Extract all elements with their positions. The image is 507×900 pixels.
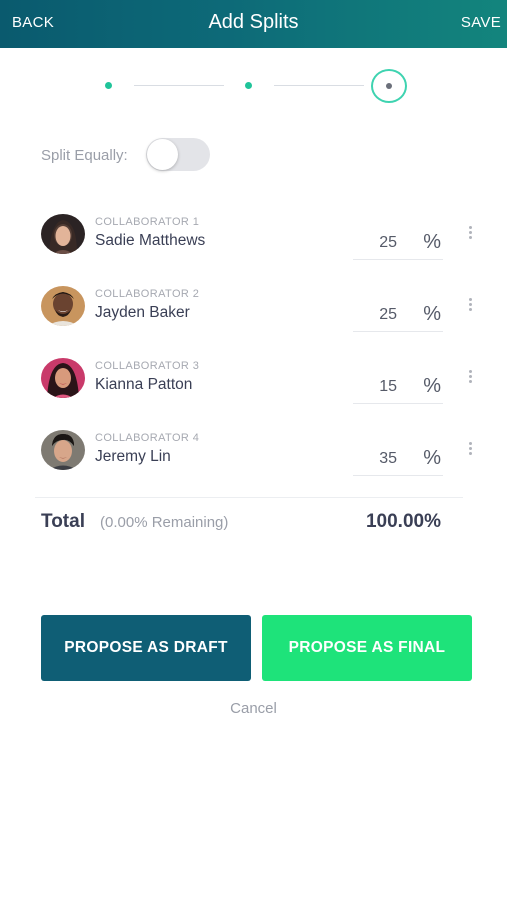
divider: [35, 497, 463, 498]
toggle-knob: [147, 139, 178, 170]
collaborator-role-label: COLLABORATOR 3: [95, 360, 200, 372]
page-title: Add Splits: [208, 11, 299, 33]
collaborator-name: Sadie Matthews: [95, 232, 206, 249]
propose-as-draft-button[interactable]: PROPOSE AS DRAFT: [41, 615, 251, 681]
total-row: Total (0.00% Remaining) 100.00%: [41, 510, 451, 540]
split-percent-value: 15: [379, 378, 397, 395]
avatar: [41, 358, 85, 398]
save-button[interactable]: SAVE: [461, 14, 501, 31]
split-percent-value: 25: [379, 306, 397, 323]
remaining-text: (0.00% Remaining): [100, 514, 229, 531]
step-connector: [134, 85, 224, 86]
split-equally-label: Split Equally:: [41, 147, 128, 164]
split-percent-input[interactable]: 25 %: [353, 298, 443, 332]
split-equally-toggle[interactable]: [146, 138, 210, 171]
total-label: Total: [41, 511, 85, 532]
step-connector: [274, 85, 364, 86]
collaborator-name: Jeremy Lin: [95, 448, 171, 465]
collaborator-row: COLLABORATOR 1 Sadie Matthews 25 %: [0, 214, 507, 284]
total-value: 100.00%: [365, 511, 441, 532]
split-percent-input[interactable]: 25 %: [353, 226, 443, 260]
more-options-icon[interactable]: [466, 296, 474, 318]
split-percent-value: 25: [379, 234, 397, 251]
avatar: [41, 430, 85, 470]
step-2-dot: [245, 82, 252, 89]
collaborator-name: Kianna Patton: [95, 376, 193, 393]
propose-as-final-button[interactable]: PROPOSE AS FINAL: [262, 615, 472, 681]
current-step-dot: [386, 83, 392, 89]
avatar: [41, 214, 85, 254]
collaborator-row: COLLABORATOR 3 Kianna Patton 15 %: [0, 358, 507, 428]
split-percent-value: 35: [379, 450, 397, 467]
split-percent-input[interactable]: 35 %: [353, 442, 443, 476]
collaborator-role-label: COLLABORATOR 1: [95, 216, 200, 228]
percent-sign: %: [423, 447, 441, 469]
split-percent-input[interactable]: 15 %: [353, 370, 443, 404]
more-options-icon[interactable]: [466, 368, 474, 390]
collaborator-row: COLLABORATOR 4 Jeremy Lin 35 %: [0, 430, 507, 500]
more-options-icon[interactable]: [466, 440, 474, 462]
collaborator-row: COLLABORATOR 2 Jayden Baker 25 %: [0, 286, 507, 356]
percent-sign: %: [423, 303, 441, 325]
app-header: BACK Add Splits SAVE: [0, 0, 507, 48]
percent-sign: %: [423, 231, 441, 253]
cancel-button[interactable]: Cancel: [0, 700, 507, 717]
collaborator-name: Jayden Baker: [95, 304, 190, 321]
collaborator-role-label: COLLABORATOR 4: [95, 432, 200, 444]
step-3-current-indicator: [371, 69, 407, 103]
collaborator-role-label: COLLABORATOR 2: [95, 288, 200, 300]
progress-stepper: [0, 66, 507, 106]
avatar: [41, 286, 85, 326]
percent-sign: %: [423, 375, 441, 397]
more-options-icon[interactable]: [466, 224, 474, 246]
step-1-dot: [105, 82, 112, 89]
